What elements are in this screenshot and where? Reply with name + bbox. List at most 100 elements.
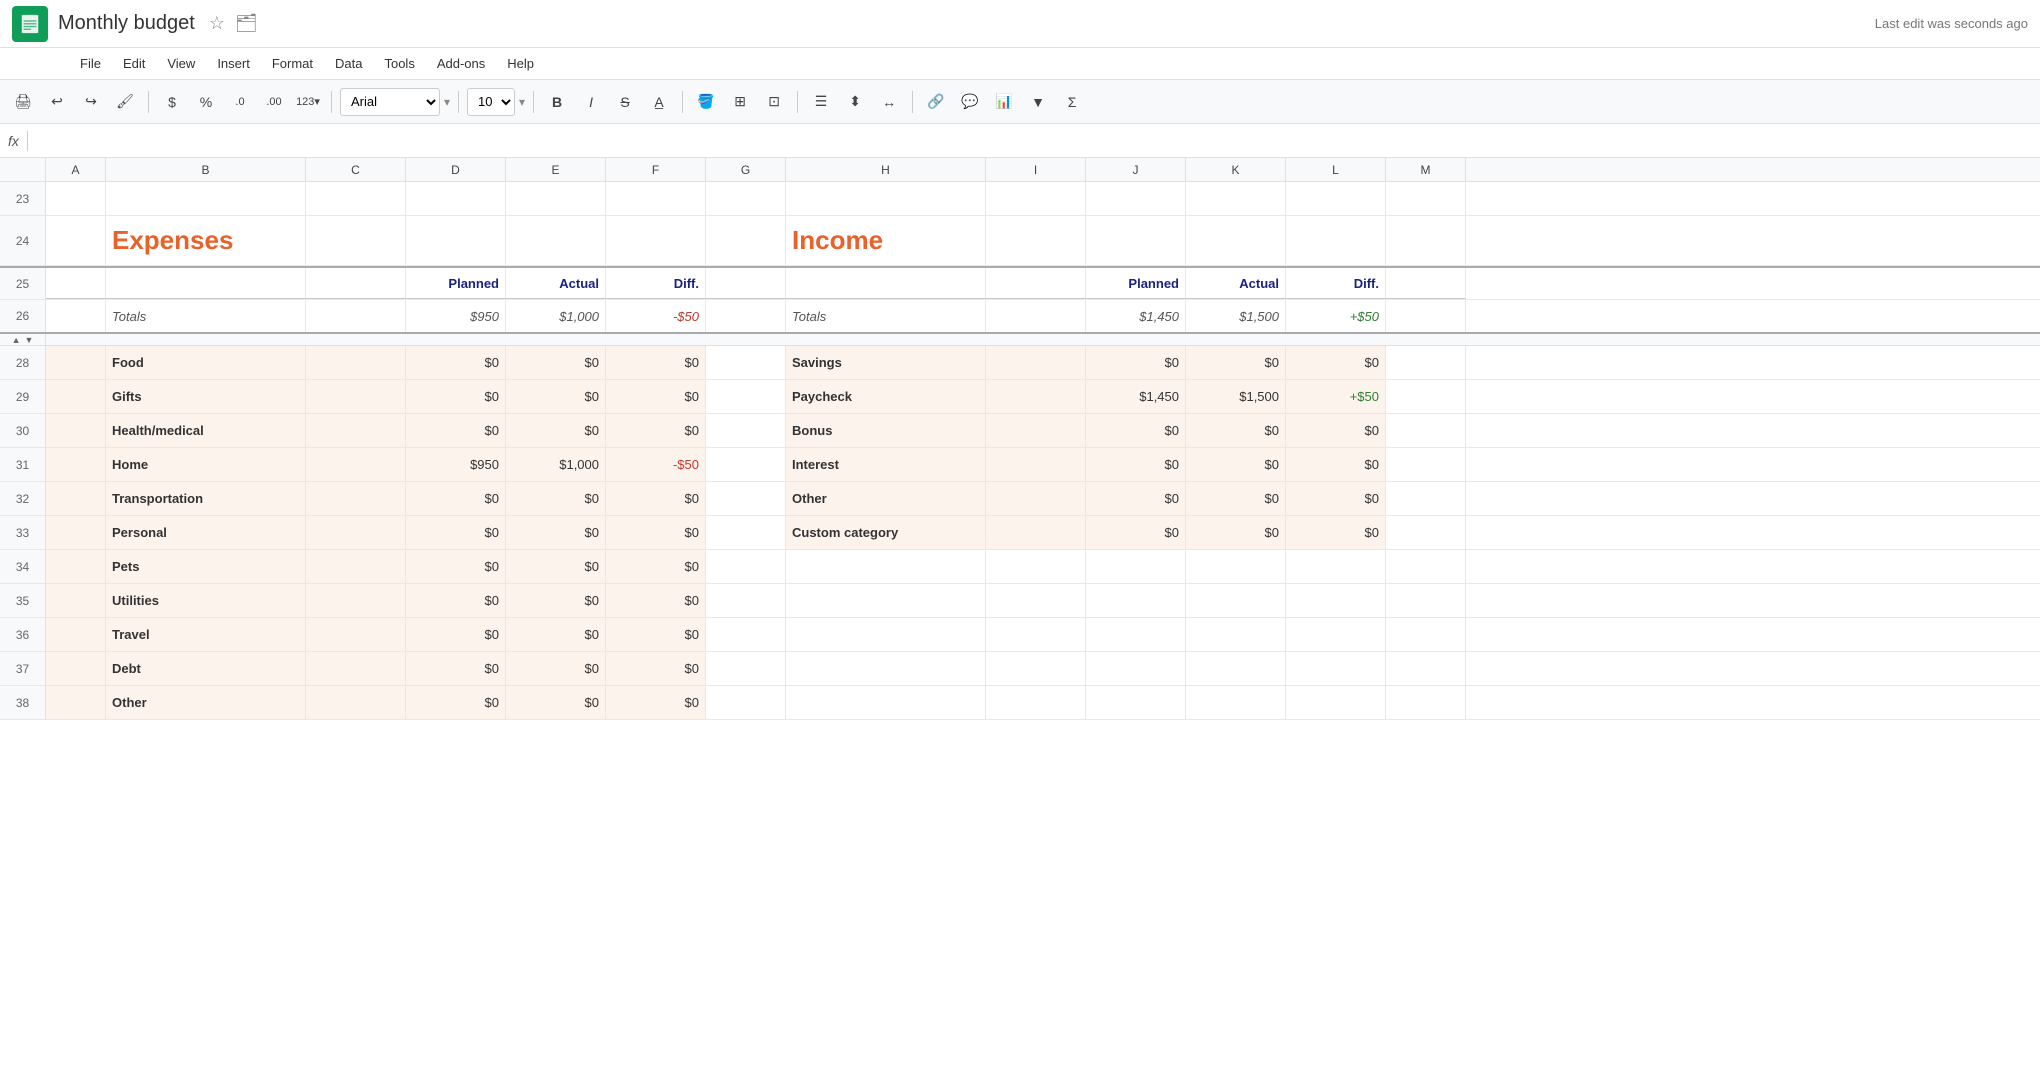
row-group-arrows[interactable]: ▲ ▼ — [0, 334, 46, 345]
cell-35-J[interactable] — [1086, 584, 1186, 617]
cell-36-D[interactable]: $0 — [406, 618, 506, 651]
cell-29-C[interactable] — [306, 380, 406, 413]
cell-26-K-actual[interactable]: $1,500 — [1186, 300, 1286, 332]
cell-38-J[interactable] — [1086, 686, 1186, 719]
cell-24-D[interactable] — [406, 216, 506, 265]
cell-34-J[interactable] — [1086, 550, 1186, 583]
cell-31-K[interactable]: $0 — [1186, 448, 1286, 481]
cell-28-A[interactable] — [46, 346, 106, 379]
cell-34-A[interactable] — [46, 550, 106, 583]
cell-33-E[interactable]: $0 — [506, 516, 606, 549]
cell-30-A[interactable] — [46, 414, 106, 447]
cell-29-A[interactable] — [46, 380, 106, 413]
cell-34-L[interactable] — [1286, 550, 1386, 583]
cell-35-E[interactable]: $0 — [506, 584, 606, 617]
text-wrap-button[interactable]: ↔ — [874, 87, 904, 117]
col-header-G[interactable]: G — [706, 158, 786, 182]
cell-32-H[interactable]: Other — [786, 482, 986, 515]
cell-31-B[interactable]: Home — [106, 448, 306, 481]
cell-35-K[interactable] — [1186, 584, 1286, 617]
cell-31-D[interactable]: $950 — [406, 448, 506, 481]
cell-36-C[interactable] — [306, 618, 406, 651]
cell-30-M[interactable] — [1386, 414, 1466, 447]
col-header-A[interactable]: A — [46, 158, 106, 182]
cell-29-G[interactable] — [706, 380, 786, 413]
cell-31-L[interactable]: $0 — [1286, 448, 1386, 481]
cell-30-E[interactable]: $0 — [506, 414, 606, 447]
decimal-increase-button[interactable]: .00 — [259, 87, 289, 117]
cell-33-G[interactable] — [706, 516, 786, 549]
cell-33-M[interactable] — [1386, 516, 1466, 549]
cell-38-E[interactable]: $0 — [506, 686, 606, 719]
merge-button[interactable]: ⊡ — [759, 87, 789, 117]
cell-33-D[interactable]: $0 — [406, 516, 506, 549]
cell-30-C[interactable] — [306, 414, 406, 447]
cell-24-I[interactable] — [986, 216, 1086, 265]
cell-36-M[interactable] — [1386, 618, 1466, 651]
cell-34-G[interactable] — [706, 550, 786, 583]
cell-23-A[interactable] — [46, 182, 106, 215]
cell-31-I[interactable] — [986, 448, 1086, 481]
cell-35-I[interactable] — [986, 584, 1086, 617]
cell-24-K[interactable] — [1186, 216, 1286, 265]
menu-data[interactable]: Data — [325, 52, 372, 75]
menu-tools[interactable]: Tools — [374, 52, 424, 75]
cell-23-D[interactable] — [406, 182, 506, 215]
cell-28-L[interactable]: $0 — [1286, 346, 1386, 379]
cell-31-H[interactable]: Interest — [786, 448, 986, 481]
cell-28-F[interactable]: $0 — [606, 346, 706, 379]
cell-36-H[interactable] — [786, 618, 986, 651]
cell-24-M[interactable] — [1386, 216, 1466, 265]
cell-29-I[interactable] — [986, 380, 1086, 413]
cell-36-F[interactable]: $0 — [606, 618, 706, 651]
cell-38-G[interactable] — [706, 686, 786, 719]
cell-33-B[interactable]: Personal — [106, 516, 306, 549]
cell-37-H[interactable] — [786, 652, 986, 685]
menu-format[interactable]: Format — [262, 52, 323, 75]
cell-34-B[interactable]: Pets — [106, 550, 306, 583]
col-header-D[interactable]: D — [406, 158, 506, 182]
cell-33-A[interactable] — [46, 516, 106, 549]
cell-33-F[interactable]: $0 — [606, 516, 706, 549]
cell-26-B-totals[interactable]: Totals — [106, 300, 306, 332]
text-color-button[interactable]: A̲ — [644, 87, 674, 117]
cell-26-G[interactable] — [706, 300, 786, 332]
cell-36-G[interactable] — [706, 618, 786, 651]
cell-29-J[interactable]: $1,450 — [1086, 380, 1186, 413]
cell-26-I[interactable] — [986, 300, 1086, 332]
cell-26-L-diff[interactable]: +$50 — [1286, 300, 1386, 332]
filter-button[interactable]: ▼ — [1023, 87, 1053, 117]
cell-38-A[interactable] — [46, 686, 106, 719]
fill-color-button[interactable]: 🪣 — [691, 87, 721, 117]
cell-38-M[interactable] — [1386, 686, 1466, 719]
chart-button[interactable]: 📊 — [989, 87, 1019, 117]
cell-35-H[interactable] — [786, 584, 986, 617]
cell-38-L[interactable] — [1286, 686, 1386, 719]
cell-32-G[interactable] — [706, 482, 786, 515]
cell-32-D[interactable]: $0 — [406, 482, 506, 515]
col-header-M[interactable]: M — [1386, 158, 1466, 182]
cell-33-J[interactable]: $0 — [1086, 516, 1186, 549]
cell-28-M[interactable] — [1386, 346, 1466, 379]
col-header-H[interactable]: H — [786, 158, 986, 182]
col-header-F[interactable]: F — [606, 158, 706, 182]
cell-32-K[interactable]: $0 — [1186, 482, 1286, 515]
cell-32-L[interactable]: $0 — [1286, 482, 1386, 515]
cell-30-H[interactable]: Bonus — [786, 414, 986, 447]
cell-37-J[interactable] — [1086, 652, 1186, 685]
menu-view[interactable]: View — [157, 52, 205, 75]
cell-28-J[interactable]: $0 — [1086, 346, 1186, 379]
cell-34-C[interactable] — [306, 550, 406, 583]
cell-23-G[interactable] — [706, 182, 786, 215]
cell-38-F[interactable]: $0 — [606, 686, 706, 719]
link-button[interactable]: 🔗 — [921, 87, 951, 117]
col-header-K[interactable]: K — [1186, 158, 1286, 182]
number-format-button[interactable]: 123▾ — [293, 87, 323, 117]
cell-25-M[interactable] — [1386, 268, 1466, 299]
cell-25-H[interactable] — [786, 268, 986, 299]
cell-29-K[interactable]: $1,500 — [1186, 380, 1286, 413]
cell-32-B[interactable]: Transportation — [106, 482, 306, 515]
cell-31-F[interactable]: -$50 — [606, 448, 706, 481]
cell-23-E[interactable] — [506, 182, 606, 215]
cell-36-K[interactable] — [1186, 618, 1286, 651]
